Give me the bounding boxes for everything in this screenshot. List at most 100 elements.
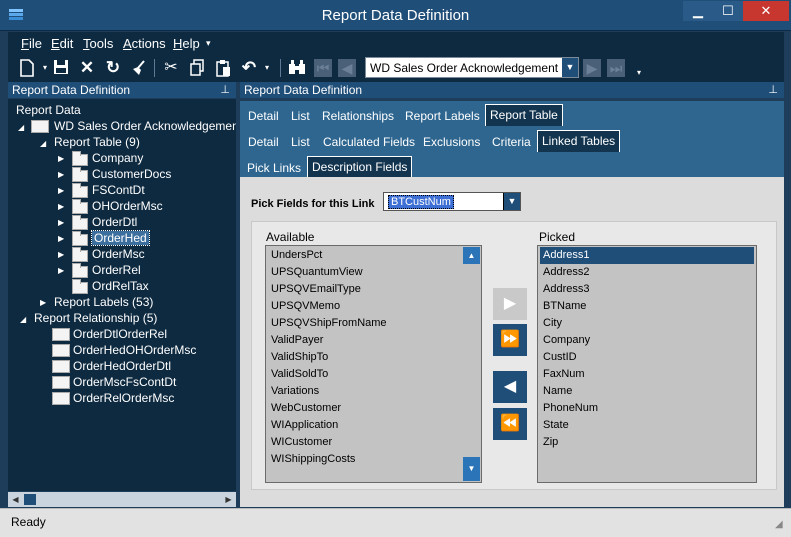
resize-grip-icon[interactable]: ◢	[775, 519, 787, 531]
collapse-icon[interactable]: ▶	[58, 234, 64, 243]
list-item[interactable]: BTName	[540, 298, 586, 315]
tree-relationship-item[interactable]: OrderRelOrderMsc	[73, 390, 174, 406]
tree-relationship-item[interactable]: OrderHedOrderDtl	[73, 358, 171, 374]
list-item[interactable]: UPSQuantumView	[268, 264, 363, 281]
tab-list[interactable]: List	[291, 106, 310, 126]
list-item[interactable]: ValidPayer	[268, 332, 323, 349]
scroll-thumb[interactable]	[24, 494, 36, 505]
list-item[interactable]: UPSQVEmailType	[268, 281, 361, 298]
tree-root[interactable]: Report Data	[16, 102, 81, 118]
collapse-icon[interactable]: ▶	[58, 154, 64, 163]
tree-table-item[interactable]: OrderRel	[92, 262, 141, 278]
collapse-icon[interactable]: ▶	[58, 170, 64, 179]
tree-table-item-selected[interactable]: OrderHed	[91, 230, 150, 246]
clear-icon[interactable]	[130, 59, 148, 77]
tree-table-item[interactable]: FSContDt	[92, 182, 145, 198]
list-item[interactable]: ValidShipTo	[268, 349, 328, 366]
menu-file[interactable]: File	[21, 36, 42, 51]
tab-relationships[interactable]: Relationships	[322, 106, 394, 126]
previous-icon[interactable]: ◀	[338, 59, 356, 77]
list-item[interactable]: Address3	[540, 281, 589, 298]
save-icon[interactable]	[52, 59, 70, 77]
tab-list-2[interactable]: List	[291, 132, 310, 152]
collapse-icon[interactable]: ▶	[40, 298, 46, 307]
remove-selected-button[interactable]: ◀	[493, 371, 527, 403]
remove-all-button[interactable]: ⏪	[493, 408, 527, 440]
menu-actions[interactable]: Actions	[123, 36, 166, 51]
list-item[interactable]: WIApplication	[268, 417, 338, 434]
toolbar-overflow-icon[interactable]: ▾	[630, 64, 648, 82]
picked-list[interactable]: Address1 Address2 Address3 BTName City C…	[537, 245, 757, 483]
collapse-icon[interactable]: ▶	[58, 250, 64, 259]
tab-report-labels[interactable]: Report Labels	[405, 106, 480, 126]
add-all-button[interactable]: ⏩	[493, 324, 527, 356]
new-document-icon[interactable]	[18, 59, 36, 77]
list-item[interactable]: WebCustomer	[268, 400, 341, 417]
list-item[interactable]: Name	[540, 383, 572, 400]
tree-relationship-item[interactable]: OrderHedOHOrderMsc	[73, 342, 196, 358]
chevron-down-icon[interactable]: ▼	[503, 193, 520, 210]
collapse-icon[interactable]: ▶	[58, 186, 64, 195]
tab-detail[interactable]: Detail	[248, 106, 279, 126]
tree-table-item[interactable]: CustomerDocs	[92, 166, 171, 182]
list-item[interactable]: UPSQVShipFromName	[268, 315, 387, 332]
list-item[interactable]: UPSQVMemo	[268, 298, 340, 315]
menu-tools[interactable]: Tools	[83, 36, 113, 51]
delete-icon[interactable]: ✕	[78, 59, 96, 77]
tab-linked-tables[interactable]: Linked Tables	[537, 130, 621, 152]
tree-table-item[interactable]: OHOrderMsc	[92, 198, 163, 214]
list-item[interactable]: ValidSoldTo	[268, 366, 328, 383]
tree-report-table[interactable]: Report Table (9)	[54, 134, 140, 150]
list-item[interactable]: WIShippingCosts	[268, 451, 355, 468]
collapse-icon[interactable]: ▶	[58, 202, 64, 211]
list-item[interactable]: Variations	[268, 383, 319, 400]
tab-report-table[interactable]: Report Table	[485, 104, 563, 126]
tab-pick-links[interactable]: Pick Links	[247, 158, 301, 178]
undo-dropdown-icon[interactable]: ▾	[258, 59, 276, 77]
menu-help[interactable]: Help	[173, 36, 200, 51]
tree-relationship-item[interactable]: OrderMscFsContDt	[73, 374, 176, 390]
menu-overflow-icon[interactable]: ▾	[206, 38, 211, 49]
list-item[interactable]: FaxNum	[540, 366, 585, 383]
collapse-icon[interactable]: ▶	[58, 266, 64, 275]
minimize-button[interactable]: ▁	[683, 1, 713, 21]
pick-fields-combo[interactable]: BTCustNum ▼	[383, 192, 521, 211]
first-icon[interactable]: ⏮	[314, 59, 332, 77]
tab-calculated-fields[interactable]: Calculated Fields	[323, 132, 415, 152]
add-selected-button[interactable]: ▶	[493, 288, 527, 320]
tree-table-item[interactable]: OrdRelTax	[92, 278, 149, 294]
refresh-icon[interactable]: ↻	[104, 59, 122, 77]
scroll-right-icon[interactable]: ▶	[221, 492, 236, 507]
tree-horizontal-scrollbar[interactable]: ◀ ▶	[8, 492, 236, 507]
tree-report-relationship[interactable]: Report Relationship (5)	[34, 310, 157, 326]
undo-icon[interactable]: ↶	[240, 59, 258, 77]
list-item[interactable]: Address2	[540, 264, 589, 281]
tree-report[interactable]: WD Sales Order Acknowledgement	[54, 118, 242, 134]
tree-table-item[interactable]: OrderMsc	[92, 246, 145, 262]
list-item-selected[interactable]: Address1	[540, 247, 754, 264]
tab-detail-2[interactable]: Detail	[248, 132, 279, 152]
expand-icon[interactable]: ◢	[20, 315, 26, 324]
scroll-up-icon[interactable]: ▲	[463, 247, 480, 264]
available-scrollbar[interactable]: ▲ ▼	[463, 247, 480, 481]
scroll-down-icon[interactable]: ▼	[463, 457, 480, 481]
tree-table-item[interactable]: Company	[92, 150, 143, 166]
next-icon[interactable]: ▶	[583, 59, 601, 77]
list-item[interactable]: City	[540, 315, 562, 332]
collapse-icon[interactable]: ▶	[58, 218, 64, 227]
expand-icon[interactable]: ◢	[40, 139, 46, 148]
tab-exclusions[interactable]: Exclusions	[423, 132, 480, 152]
list-item[interactable]: UndersPct	[268, 247, 322, 264]
close-button[interactable]: ✕	[743, 1, 789, 21]
expand-icon[interactable]: ◢	[18, 123, 24, 132]
cut-icon[interactable]: ✂	[162, 59, 180, 77]
list-item[interactable]: Company	[540, 332, 590, 349]
tree-report-labels[interactable]: Report Labels (53)	[54, 294, 153, 310]
tree-table-item[interactable]: OrderDtl	[92, 214, 137, 230]
tab-criteria[interactable]: Criteria	[492, 132, 531, 152]
menu-edit[interactable]: Edit	[51, 36, 73, 51]
paste-icon[interactable]	[214, 59, 232, 77]
list-item[interactable]: WICustomer	[268, 434, 332, 451]
tree-relationship-item[interactable]: OrderDtlOrderRel	[73, 326, 167, 342]
list-item[interactable]: State	[540, 417, 569, 434]
